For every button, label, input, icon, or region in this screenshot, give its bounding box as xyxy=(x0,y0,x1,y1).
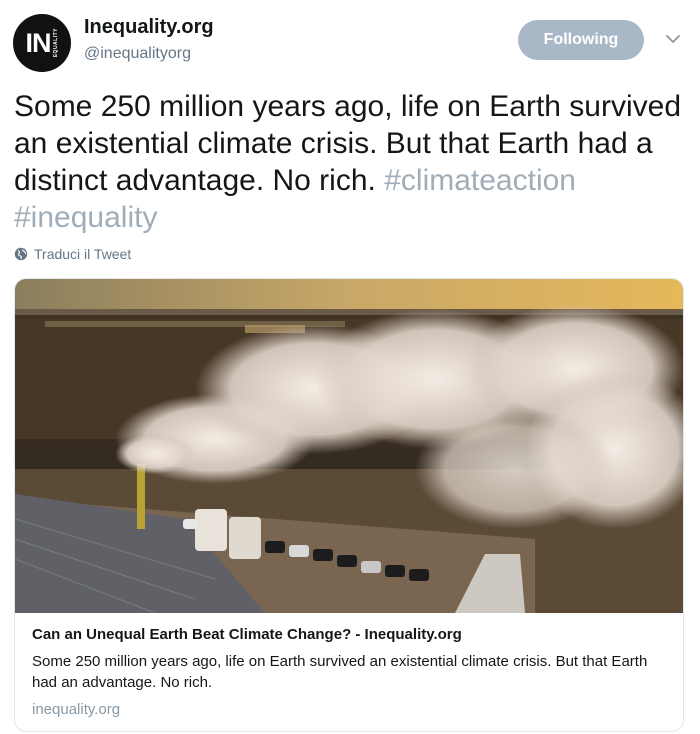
link-card[interactable]: Can an Unequal Earth Beat Climate Change… xyxy=(14,278,684,732)
chevron-down-icon[interactable] xyxy=(664,32,682,46)
card-title[interactable]: Can an Unequal Earth Beat Climate Change… xyxy=(32,625,672,645)
avatar-logo-subtext: EQUALITY xyxy=(52,28,59,58)
account-name[interactable]: Inequality.org xyxy=(84,16,214,39)
account-handle[interactable]: @inequalityorg xyxy=(84,45,191,63)
tweet-text: Some 250 million years ago, life on Eart… xyxy=(14,88,690,236)
translate-tweet-link[interactable]: Traduci il Tweet xyxy=(14,246,131,262)
card-body: Can an Unequal Earth Beat Climate Change… xyxy=(32,625,672,718)
tweet-body: Some 250 million years ago, life on Eart… xyxy=(14,90,682,197)
card-domain[interactable]: inequality.org xyxy=(32,701,672,718)
translate-label[interactable]: Traduci il Tweet xyxy=(34,246,131,262)
card-description: Some 250 million years ago, life on Eart… xyxy=(32,653,648,691)
globe-icon xyxy=(14,247,28,261)
avatar-logo-text: IN xyxy=(25,27,52,58)
tweet-header: IN EQUALITY Inequality.org @inequalityor… xyxy=(0,0,700,84)
following-button[interactable]: Following xyxy=(518,20,644,60)
avatar[interactable]: IN EQUALITY xyxy=(13,14,71,72)
card-image xyxy=(15,279,683,613)
